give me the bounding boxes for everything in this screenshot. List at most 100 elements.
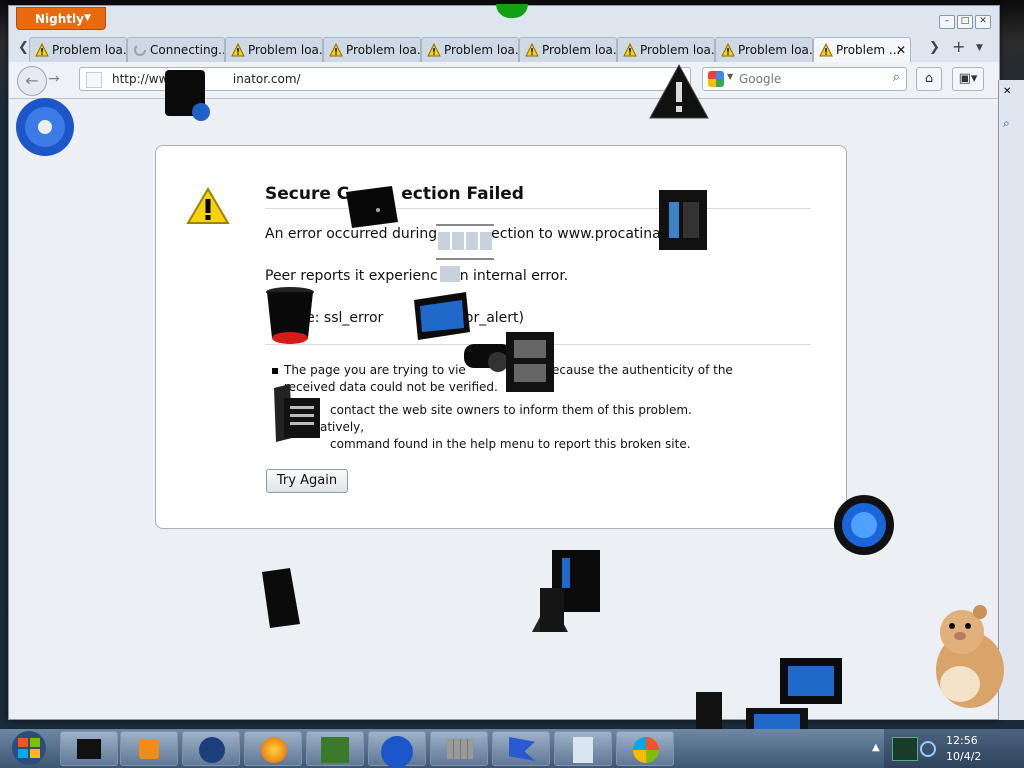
text: command found in the help menu to report… (330, 437, 691, 451)
error-title-part: ection Failed (401, 184, 524, 204)
warning-icon (721, 43, 735, 57)
taskbar-item-app[interactable] (306, 731, 364, 766)
taskbar-item-network[interactable] (182, 731, 240, 766)
tab-label: Problem loa... (738, 43, 813, 57)
tab[interactable]: Problem loa... (225, 37, 323, 62)
warning-icon (819, 43, 833, 57)
app-icon (321, 737, 349, 763)
close-window-button[interactable]: ✕ (975, 15, 991, 29)
tab[interactable]: Problem loa... (323, 37, 421, 62)
tab[interactable]: Connecting... (127, 37, 225, 62)
tab[interactable]: Problem loa... (617, 37, 715, 62)
network-icon[interactable] (434, 220, 496, 284)
tab-scroll-left-icon[interactable]: ❮ (18, 40, 29, 55)
folder-icon (77, 739, 101, 759)
google-icon[interactable] (708, 71, 724, 87)
tab[interactable]: Problem loa... (519, 37, 617, 62)
maximize-button[interactable]: □ (957, 15, 973, 29)
flag-icon (509, 737, 535, 761)
search-icon[interactable]: ⌕ (893, 70, 900, 85)
forward-button[interactable]: → (48, 71, 60, 87)
folder-icon[interactable] (260, 568, 302, 630)
loading-icon (134, 44, 146, 56)
tab-label: Problem loa... (52, 43, 127, 57)
hamster-image (936, 605, 1004, 708)
dvd-icon[interactable] (14, 96, 76, 158)
tab-label: Problem loa... (542, 43, 617, 57)
recycle-bin-icon[interactable] (264, 286, 318, 348)
tab-label: Problem loa... (346, 43, 421, 57)
taskbar-item-windows[interactable] (616, 731, 674, 766)
search-icon[interactable]: ⌕ (1003, 116, 1010, 131)
library-icon[interactable] (530, 548, 604, 636)
gamepad-icon[interactable] (462, 330, 556, 394)
warning-icon (427, 43, 441, 57)
bullet (272, 364, 284, 376)
globe-icon (199, 737, 225, 763)
tab-list-icon[interactable]: ▼ (976, 43, 983, 53)
clock-date: 10/4/2 (946, 750, 982, 763)
warning-icon[interactable] (648, 62, 710, 120)
minimize-button[interactable]: – (939, 15, 955, 29)
clock-time: 12:56 (946, 734, 978, 747)
tab-label: Connecting... (150, 43, 225, 57)
media-icon (139, 739, 159, 759)
tab-label: Problem loa... (444, 43, 519, 57)
site-identity-icon[interactable] (86, 72, 102, 88)
tab-label: Problem loa... (248, 43, 323, 57)
close-tab-icon[interactable]: ✕ (896, 38, 906, 62)
taskbar-item-firewall[interactable] (430, 731, 488, 766)
firewall-icon (447, 739, 473, 759)
start-button[interactable] (2, 730, 56, 767)
network-status-icon[interactable] (892, 737, 918, 761)
taskbar-item-folder[interactable] (60, 731, 118, 766)
taskbar-item-firefox[interactable] (244, 731, 302, 766)
navigation-toolbar: ← → http://www.inator.com/ ☆ ▼ Google ⌕ … (9, 62, 999, 99)
text: Peer reports it experienc (265, 268, 438, 284)
taskbar-item-flag[interactable] (492, 731, 550, 766)
tab-label: Problem ... (836, 43, 901, 57)
warning-icon (231, 43, 245, 57)
folder-icon[interactable] (163, 68, 213, 124)
dvd-icon (381, 736, 413, 768)
back-button[interactable]: ← (17, 66, 47, 96)
bookmarks-button[interactable]: ▣▾ (952, 67, 984, 91)
tab-label: Problem loa... (640, 43, 715, 57)
text: contact the web site owners to inform th… (284, 403, 692, 434)
windows-icon (633, 737, 659, 763)
show-hidden-icons-icon[interactable]: ▲ (872, 742, 880, 753)
warning-icon (623, 43, 637, 57)
app-menu-button[interactable]: Nightly ▼ (16, 7, 106, 30)
drive-icon[interactable] (342, 184, 402, 232)
text: ection to www.procatina (491, 226, 661, 242)
firefox-icon (261, 737, 287, 763)
text: The page you are trying to vie (284, 363, 466, 377)
tab-active[interactable]: Problem ... ✕ (813, 37, 911, 63)
warning-icon (35, 43, 49, 57)
tab-scroll-right-icon[interactable]: ❯ (929, 40, 940, 55)
taskbar-item-dvd[interactable] (368, 731, 426, 768)
volume-icon[interactable] (920, 741, 936, 757)
media-icon[interactable] (657, 188, 709, 252)
tab[interactable]: Problem loa... (715, 37, 813, 62)
tab[interactable]: Problem loa... (421, 37, 519, 62)
home-button[interactable]: ⌂ (916, 67, 942, 91)
taskbar-item-media[interactable] (120, 731, 178, 766)
warning-icon (525, 43, 539, 57)
taskbar-item-notepad[interactable] (554, 731, 612, 766)
clock[interactable]: 12:56 10/4/2 (946, 733, 981, 765)
try-again-button[interactable]: Try Again (266, 469, 348, 493)
close-icon[interactable]: ✕ (1003, 86, 1011, 97)
documents-icon[interactable] (272, 384, 322, 442)
tab-strip: ❮ Problem loa... Connecting... Problem l… (9, 34, 999, 63)
search-placeholder: Google (739, 72, 782, 86)
chevron-down-icon[interactable]: ▼ (727, 72, 733, 81)
new-tab-button[interactable]: + (952, 37, 965, 56)
tab[interactable]: Problem loa... (29, 37, 127, 62)
taskbar: ▲ 12:56 10/4/2 (0, 729, 1024, 768)
error-bullet-2: contact the web site owners to inform th… (284, 402, 764, 453)
search-box[interactable]: ▼ Google ⌕ (702, 67, 907, 91)
media-player-icon[interactable] (833, 494, 895, 556)
error-title-part: Secure C (265, 184, 350, 204)
url-part-b: inator.com/ (232, 72, 301, 86)
